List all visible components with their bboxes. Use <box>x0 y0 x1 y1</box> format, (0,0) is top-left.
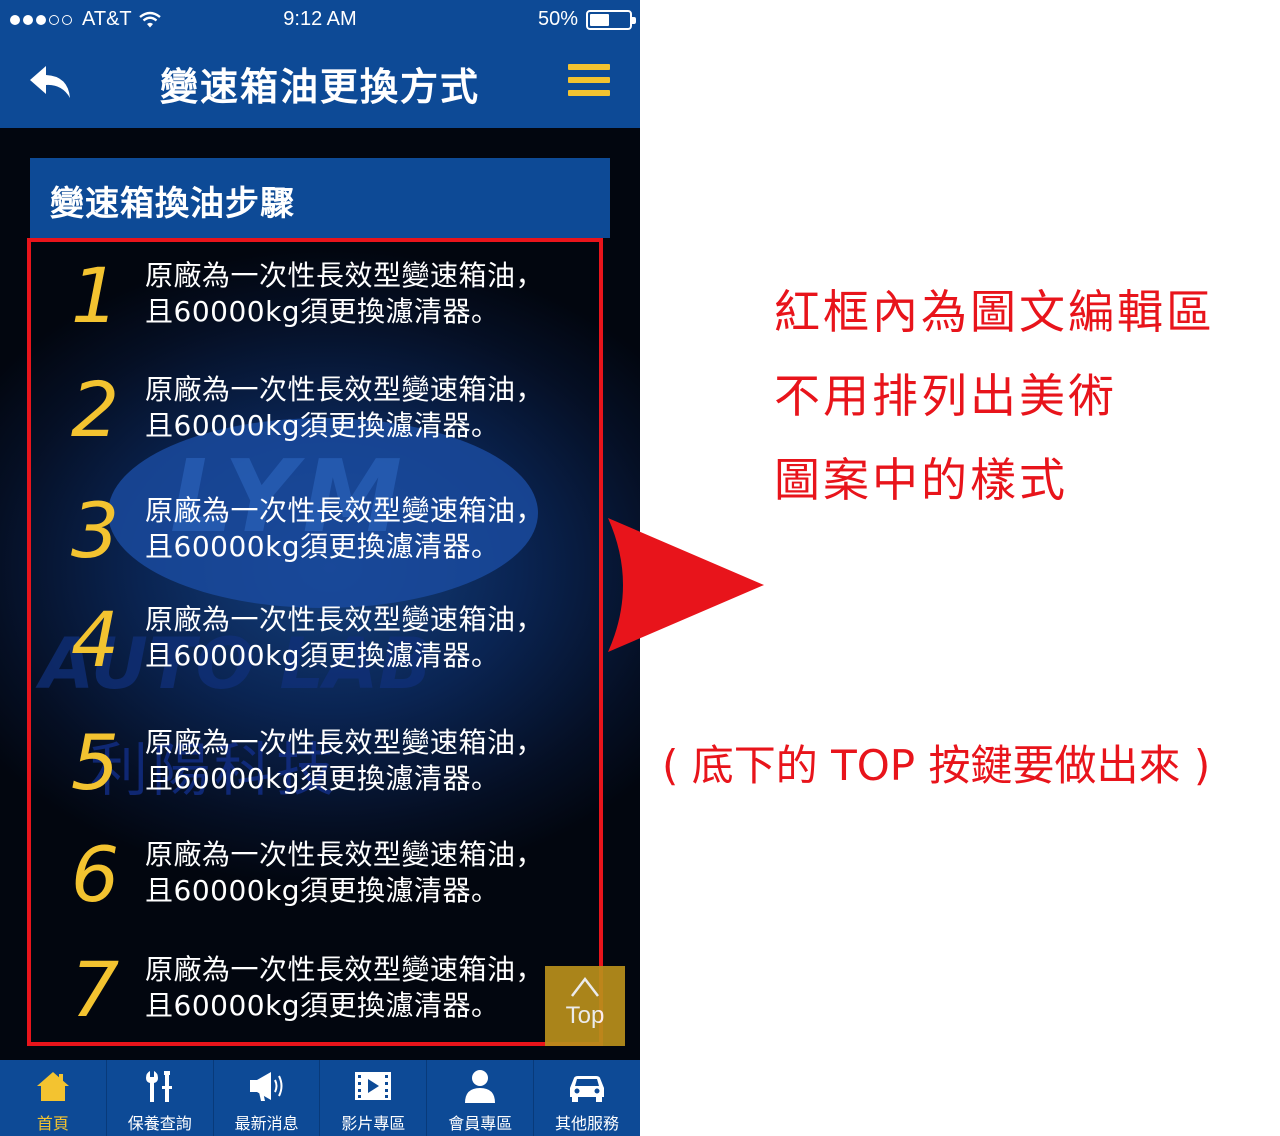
tab-news[interactable]: 最新消息 <box>214 1060 321 1136</box>
tab-label: 保養查詢 <box>127 1114 192 1133</box>
step-text-line: 原廠為一次性長效型變速箱油， <box>145 494 545 527</box>
step-item: 6 原廠為一次性長效型變速箱油， 且60000kg須更換濾清器。 <box>30 825 610 925</box>
step-text-line: 原廠為一次性長效型變速箱油， <box>145 953 545 986</box>
annotation-line: 圖案中的樣式 <box>774 453 1068 507</box>
car-icon <box>570 1076 605 1102</box>
tab-home[interactable]: 首頁 <box>0 1060 107 1136</box>
step-text-line: 原廠為一次性長效型變速箱油， <box>145 603 545 636</box>
scroll-to-top-button[interactable]: Top <box>545 966 625 1046</box>
status-bar: AT&T 9:12 AM 50% <box>0 0 640 40</box>
tab-maintenance[interactable]: 保養查詢 <box>107 1060 214 1136</box>
step-text: 原廠為一次性長效型變速箱油， 且60000kg須更換濾清器。 <box>145 952 605 1024</box>
home-icon <box>36 1072 69 1101</box>
step-text-line: 原廠為一次性長效型變速箱油， <box>145 726 545 759</box>
step-text-line: 且60000kg須更換濾清器。 <box>145 762 500 795</box>
step-text-line: 原廠為一次性長效型變速箱油， <box>145 259 545 292</box>
step-number: 5 <box>70 718 120 807</box>
step-text: 原廠為一次性長效型變速箱油， 且60000kg須更換濾清器。 <box>145 837 605 909</box>
tab-label: 會員專區 <box>448 1114 513 1133</box>
step-number: 6 <box>70 830 120 919</box>
step-item: 1 原廠為一次性長效型變速箱油， 且60000kg須更換濾清器。 <box>30 246 610 346</box>
annotation-line: 不用排列出美術 <box>774 369 1117 423</box>
tab-label: 最新消息 <box>234 1114 299 1133</box>
annotation-note: ( 底下的 TOP 按鍵要做出來 ) <box>662 741 1211 790</box>
step-text-line: 且60000kg須更換濾清器。 <box>145 989 500 1022</box>
step-number: 3 <box>70 486 120 575</box>
step-text: 原廠為一次性長效型變速箱油， 且60000kg須更換濾清器。 <box>145 258 605 330</box>
megaphone-icon <box>249 1072 283 1101</box>
tools-icon <box>145 1071 172 1102</box>
battery-icon <box>586 9 636 30</box>
video-icon <box>355 1072 392 1100</box>
content-area: LYM AUTO LAB 利陽科技 變速箱換油步驟 1 原廠為一次性長效型變速箱… <box>0 128 640 1060</box>
step-text-line: 且60000kg須更換濾清器。 <box>145 409 500 442</box>
section-header: 變速箱換油步驟 <box>30 158 610 238</box>
step-item: 7 原廠為一次性長效型變速箱油， 且60000kg須更換濾清器。 <box>30 940 610 1040</box>
person-icon <box>465 1070 496 1103</box>
tab-members[interactable]: 會員專區 <box>427 1060 535 1136</box>
step-text-line: 原廠為一次性長效型變速箱油， <box>145 838 545 871</box>
step-text: 原廠為一次性長效型變速箱油， 且60000kg須更換濾清器。 <box>145 372 605 444</box>
top-button-label: Top <box>565 1002 605 1029</box>
step-text: 原廠為一次性長效型變速箱油， 且60000kg須更換濾清器。 <box>145 602 605 674</box>
tab-label: 首頁 <box>36 1114 69 1133</box>
tab-label: 影片專區 <box>341 1114 406 1133</box>
step-item: 4 原廠為一次性長效型變速箱油， 且60000kg須更換濾清器。 <box>30 590 610 690</box>
pointer-arrow-icon <box>608 518 764 652</box>
tab-other-services[interactable]: 其他服務 <box>534 1060 640 1136</box>
step-text: 原廠為一次性長效型變速箱油， 且60000kg須更換濾清器。 <box>145 725 605 797</box>
step-number: 4 <box>70 595 120 684</box>
tab-label: 其他服務 <box>555 1114 620 1133</box>
tab-videos[interactable]: 影片專區 <box>320 1060 428 1136</box>
step-text-line: 原廠為一次性長效型變速箱油， <box>145 373 545 406</box>
step-text-line: 且60000kg須更換濾清器。 <box>145 874 500 907</box>
tab-bar: 首頁 保養查詢 最新消息 影片專區 會員專區 其他服務 <box>0 1060 640 1136</box>
step-number: 7 <box>70 945 120 1034</box>
step-text: 原廠為一次性長效型變速箱油， 且60000kg須更換濾清器。 <box>145 493 605 565</box>
step-number: 1 <box>70 251 120 340</box>
phone-screen: AT&T 9:12 AM 50% 變速箱油更換方式 LYM AUTO LAB 利… <box>0 0 640 1136</box>
step-number: 2 <box>70 365 120 454</box>
hamburger-menu-icon[interactable] <box>568 64 610 96</box>
step-item: 3 原廠為一次性長效型變速箱油， 且60000kg須更換濾清器。 <box>30 481 610 581</box>
annotation-line: 紅框內為圖文編輯區 <box>774 285 1215 339</box>
chevron-up-icon <box>571 976 599 997</box>
step-text-line: 且60000kg須更換濾清器。 <box>145 530 500 563</box>
section-title: 變速箱換油步驟 <box>50 184 295 224</box>
nav-bar: 變速箱油更換方式 <box>0 40 640 128</box>
page-title: 變速箱油更換方式 <box>159 65 480 109</box>
battery-percent: 50% <box>537 8 578 30</box>
status-right: 50% <box>537 8 636 31</box>
step-item: 5 原廠為一次性長效型變速箱油， 且60000kg須更換濾清器。 <box>30 713 610 813</box>
step-item: 2 原廠為一次性長效型變速箱油， 且60000kg須更換濾清器。 <box>30 360 610 460</box>
step-text-line: 且60000kg須更換濾清器。 <box>145 295 500 328</box>
step-text-line: 且60000kg須更換濾清器。 <box>145 639 500 672</box>
